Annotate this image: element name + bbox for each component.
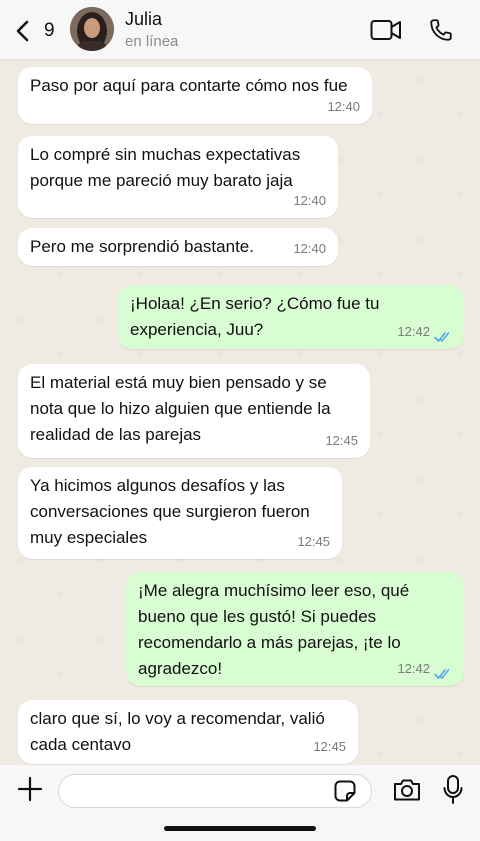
chat-header: 9 Julia en línea <box>0 0 480 60</box>
sticker-icon <box>334 780 356 802</box>
message-bubble-incoming[interactable]: claro que sí, lo voy a recomendar, valió… <box>18 700 358 764</box>
attach-button[interactable] <box>16 775 44 808</box>
sticker-button[interactable] <box>333 779 357 808</box>
message-text: Ya hicimos algunos desafíos y las conver… <box>30 476 310 547</box>
message-time: 12:45 <box>297 534 330 549</box>
message-time: 12:42 <box>397 661 430 676</box>
message-time: 12:40 <box>327 99 360 114</box>
contact-name[interactable]: Julia <box>125 9 162 30</box>
unread-count: 9 <box>44 20 55 41</box>
message-text: claro que sí, lo voy a recomendar, valió… <box>30 709 325 754</box>
message-time: 12:40 <box>293 241 326 256</box>
message-time: 12:40 <box>293 193 326 208</box>
video-call-button[interactable] <box>370 19 402 46</box>
microphone-button[interactable] <box>442 774 464 811</box>
message-text: El material está muy bien pensado y se n… <box>30 373 331 444</box>
microphone-icon <box>443 775 463 804</box>
message-input[interactable] <box>58 774 372 808</box>
contact-status: en línea <box>125 33 179 50</box>
message-bubble-outgoing[interactable]: ¡Me alegra muchísimo leer eso, qué bueno… <box>126 572 464 686</box>
message-bubble-incoming[interactable]: Lo compré sin muchas expectativas porque… <box>18 136 338 218</box>
double-check-icon <box>434 332 450 342</box>
message-time: 12:42 <box>397 324 430 339</box>
avatar-image <box>70 7 114 51</box>
message-bubble-incoming[interactable]: El material está muy bien pensado y se n… <box>18 364 370 458</box>
message-bubble-outgoing[interactable]: ¡Holaa! ¿En serio? ¿Cómo fue tu experien… <box>118 285 464 349</box>
message-bubble-incoming[interactable]: Pero me sorprendió bastante. 12:40 <box>18 228 338 266</box>
plus-icon <box>17 776 43 802</box>
camera-button[interactable] <box>392 777 422 808</box>
chevron-left-icon <box>16 20 29 42</box>
message-text: Pero me sorprendió bastante. <box>30 237 254 256</box>
double-check-icon <box>434 669 450 679</box>
message-time: 12:45 <box>313 739 346 754</box>
message-bubble-incoming[interactable]: Paso por aquí para contarte cómo nos fue… <box>18 67 372 124</box>
home-indicator[interactable] <box>164 826 316 831</box>
phone-icon <box>430 19 452 41</box>
message-time: 12:45 <box>325 433 358 448</box>
camera-icon <box>394 779 420 801</box>
message-text: Paso por aquí para contarte cómo nos fue <box>30 76 348 95</box>
voice-call-button[interactable] <box>428 17 454 48</box>
back-button[interactable]: 9 <box>14 16 64 46</box>
avatar[interactable] <box>70 7 114 51</box>
video-call-icon <box>370 20 401 40</box>
message-bubble-incoming[interactable]: Ya hicimos algunos desafíos y las conver… <box>18 467 342 559</box>
message-text: Lo compré sin muchas expectativas porque… <box>30 145 301 190</box>
